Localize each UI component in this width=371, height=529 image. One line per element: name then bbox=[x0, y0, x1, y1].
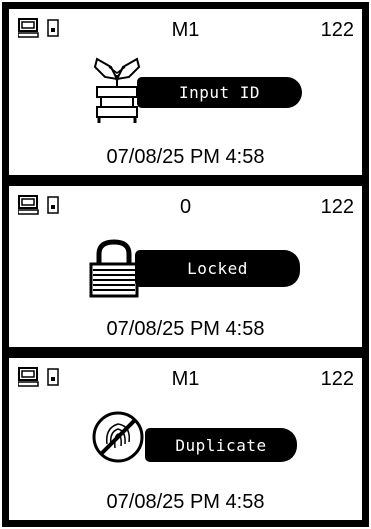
status-message: Input ID bbox=[137, 77, 302, 108]
status-message-label: Input ID bbox=[178, 83, 261, 102]
status-message: Duplicate bbox=[145, 428, 297, 462]
lcd-screen-input-id: M1 122 Input ID 07/08/25 PM 4:58 bbox=[9, 9, 362, 175]
lcd-screen-duplicate: M1 122 Duplicate 07/08/25 PM 4:58 bbox=[9, 358, 362, 520]
status-message: Locked bbox=[135, 250, 300, 287]
mode-indicator: M1 bbox=[171, 19, 200, 41]
lcd-screen-locked: 0 122 Locked 07/08/25 PM 4:58 bbox=[9, 186, 362, 347]
padlock-icon bbox=[89, 239, 139, 298]
date-time: 07/08/25 PM 4:58 bbox=[106, 318, 265, 340]
record-count: 122 bbox=[320, 19, 354, 41]
date-time: 07/08/25 PM 4:58 bbox=[106, 491, 265, 513]
no-fingerprint-icon bbox=[92, 411, 144, 463]
status-message-label: Locked bbox=[187, 259, 248, 278]
mode-indicator: M1 bbox=[171, 368, 200, 390]
date-time: 07/08/25 PM 4:58 bbox=[106, 146, 265, 168]
device-frame: M1 122 Input ID 07/08/25 PM 4:58 0 122 L… bbox=[2, 2, 369, 527]
record-count: 122 bbox=[320, 196, 354, 218]
status-message-label: Duplicate bbox=[175, 435, 267, 455]
record-count: 122 bbox=[320, 368, 354, 390]
mode-indicator: 0 bbox=[179, 196, 192, 218]
